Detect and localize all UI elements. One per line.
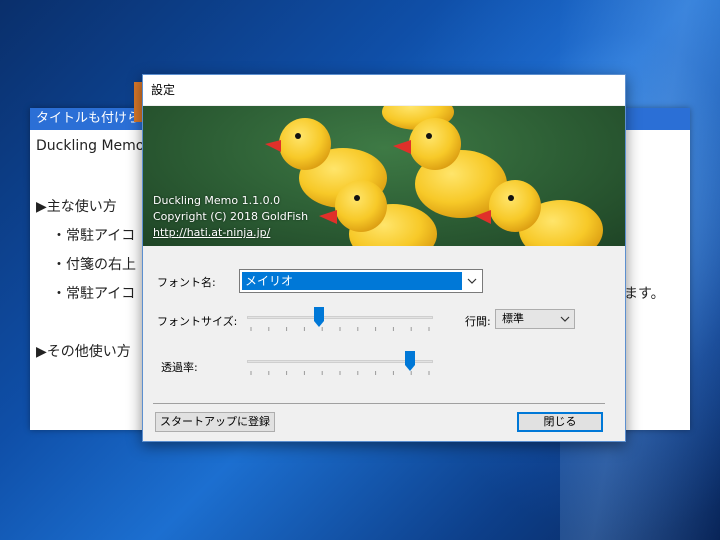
memo-line: ・常駐アイコ bbox=[52, 228, 136, 244]
copyright-text: Copyright (C) 2018 GoldFish bbox=[153, 210, 309, 223]
memo-line: ・常駐アイコ bbox=[52, 286, 136, 302]
transparency-label: 透過率: bbox=[161, 361, 198, 374]
memo-line: ます。 bbox=[624, 286, 665, 302]
dialog-separator bbox=[153, 403, 605, 404]
line-spacing-select[interactable]: 標準 bbox=[495, 309, 575, 329]
memo-line: ▶その他使い方 bbox=[36, 344, 131, 360]
memo-line: Duckling Memo bbox=[36, 138, 145, 154]
chevron-down-icon[interactable] bbox=[560, 314, 570, 324]
font-name-label: フォント名: bbox=[157, 276, 216, 289]
font-size-slider-thumb[interactable] bbox=[313, 307, 324, 327]
chevron-down-icon[interactable] bbox=[465, 273, 479, 289]
website-link[interactable]: http://hati.at-ninja.jp/ bbox=[153, 226, 270, 239]
line-spacing-value: 標準 bbox=[502, 312, 524, 325]
font-size-slider[interactable] bbox=[247, 307, 433, 333]
app-version-text: Duckling Memo 1.1.0.0 bbox=[153, 194, 281, 207]
font-size-label: フォントサイズ: bbox=[157, 315, 238, 328]
font-size-slider-track[interactable] bbox=[247, 316, 433, 319]
settings-dialog[interactable]: 設定 Duckling Memo 1.1.0.0 Copyright (C) 2… bbox=[142, 74, 626, 442]
font-name-combobox[interactable]: メイリオ bbox=[239, 269, 483, 293]
close-button[interactable]: 閉じる bbox=[517, 412, 603, 432]
rubber-ducks-illustration bbox=[265, 106, 603, 246]
transparency-slider[interactable] bbox=[247, 351, 433, 377]
font-name-value: メイリオ bbox=[242, 272, 462, 290]
dialog-title[interactable]: 設定 bbox=[143, 75, 625, 105]
font-size-slider-ticks bbox=[250, 327, 430, 331]
banner-image: Duckling Memo 1.1.0.0 Copyright (C) 2018… bbox=[143, 106, 625, 246]
line-spacing-label: 行間: bbox=[465, 315, 491, 328]
memo-line: ・付箋の右上 bbox=[52, 257, 136, 273]
transparency-slider-thumb[interactable] bbox=[405, 351, 416, 371]
memo-line: ▶主な使い方 bbox=[36, 199, 117, 215]
transparency-slider-ticks bbox=[250, 371, 430, 375]
startup-register-button[interactable]: スタートアップに登録 bbox=[155, 412, 275, 432]
